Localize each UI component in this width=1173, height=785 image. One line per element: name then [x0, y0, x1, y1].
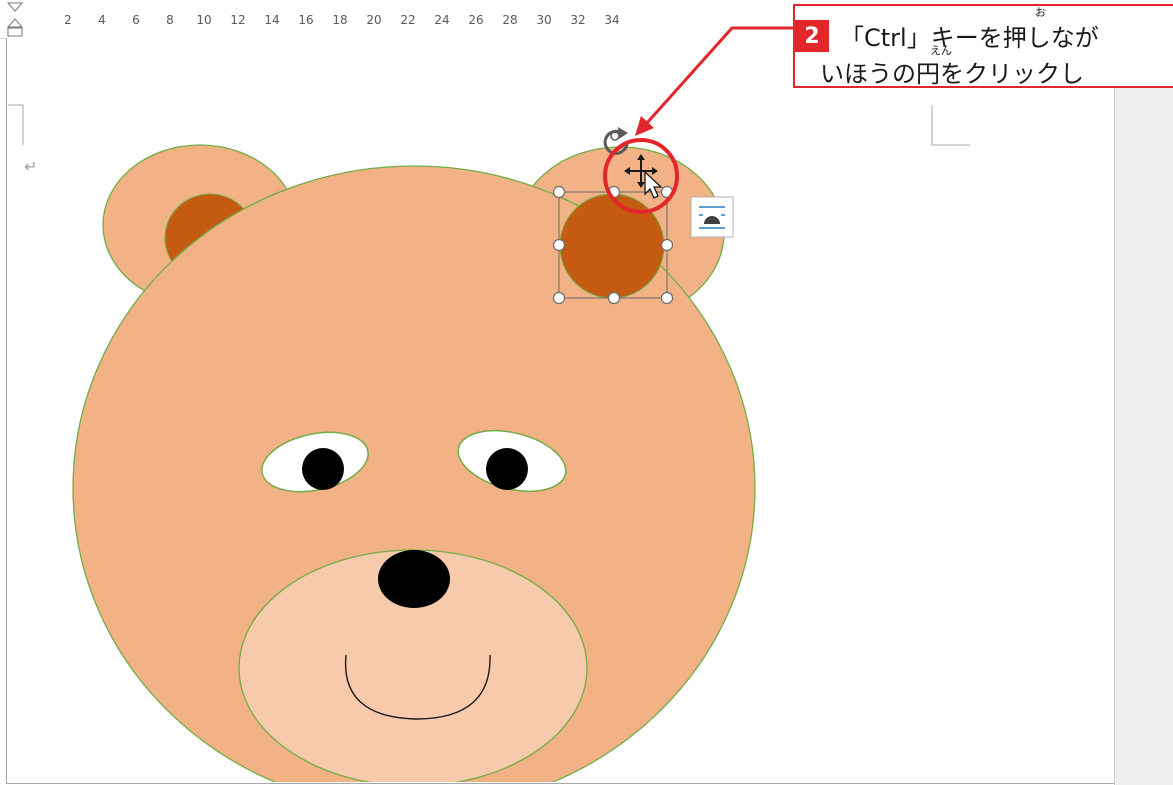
left-pupil[interactable]	[302, 448, 344, 490]
resize-handle[interactable]	[660, 238, 674, 252]
resize-handle[interactable]	[552, 185, 566, 199]
resize-handle[interactable]	[552, 291, 566, 305]
drawing-canvas: ↵	[8, 26, 970, 782]
right-pupil[interactable]	[486, 448, 528, 490]
resize-handle[interactable]	[607, 291, 621, 305]
callout-text-line2: いほうの円をクリックし	[820, 60, 1084, 88]
word-document-window: 2 4 6 8 10 12 14 16 18 20 22 24 26 28 30…	[0, 0, 1173, 785]
resize-handle[interactable]	[660, 291, 674, 305]
layout-options-icon[interactable]	[690, 196, 734, 238]
paragraph-mark: ↵	[24, 157, 37, 176]
nose-shape[interactable]	[378, 550, 450, 608]
callout-text-line1: 「Ctrl」キーを押しなが	[840, 24, 1099, 52]
margin-corner-right	[931, 105, 970, 146]
margin-corner-left	[8, 104, 24, 145]
step-number-badge: 2	[795, 20, 829, 52]
callout-arrow	[635, 26, 793, 136]
resize-handle[interactable]	[552, 238, 566, 252]
